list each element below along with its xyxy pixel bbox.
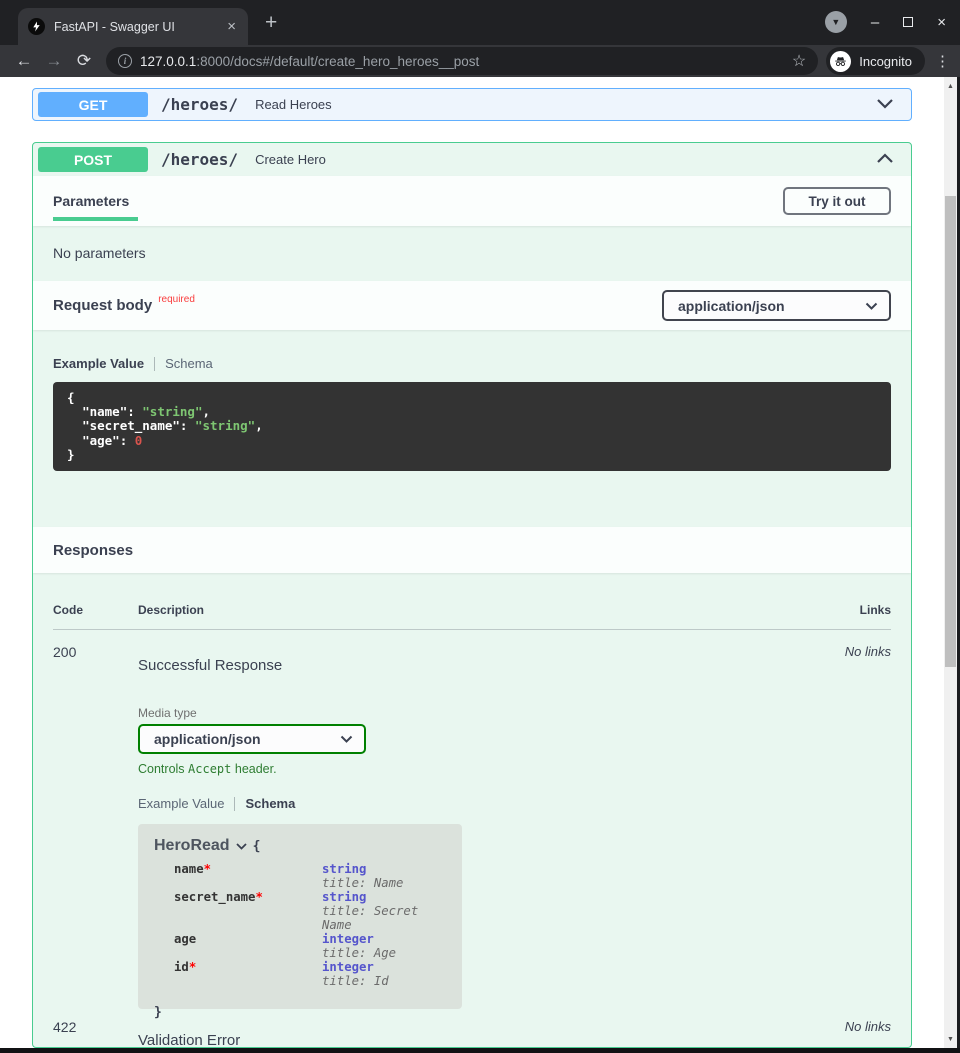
- url-host: 127.0.0.1: [140, 54, 196, 69]
- opblock-post-heroes: POST /heroes/ Create Hero Parameters Try…: [32, 142, 912, 1048]
- response-code-200: 200: [53, 644, 138, 1009]
- window-close-button[interactable]: ×: [937, 15, 946, 30]
- tab-schema[interactable]: Schema: [245, 796, 295, 811]
- browser-toolbar: ← → ⟳ i 127.0.0.1:8000/docs#/default/cre…: [0, 45, 960, 77]
- tab-schema[interactable]: Schema: [165, 356, 213, 371]
- chevron-down-icon[interactable]: [876, 96, 894, 114]
- menu-dots-icon[interactable]: ⋮: [935, 52, 950, 70]
- responses-body: Code Description Links 200 Successful Re…: [33, 573, 911, 1048]
- model-properties: name* stringtitle: Name secret_name* str…: [174, 862, 446, 988]
- tab-example-value[interactable]: Example Value: [53, 356, 144, 371]
- response-422-description-cell: Validation Error: [138, 1019, 845, 1048]
- request-media-type-select[interactable]: application/json: [662, 290, 891, 321]
- response-code-422: 422: [53, 1019, 138, 1048]
- url-text[interactable]: 127.0.0.1:8000/docs#/default/create_hero…: [140, 54, 784, 69]
- post-method-badge: POST: [38, 147, 148, 172]
- opblock-get-heroes[interactable]: GET /heroes/ Read Heroes: [32, 88, 912, 121]
- window-bottom-edge: [0, 1048, 960, 1053]
- col-code: Code: [53, 603, 138, 617]
- get-path: /heroes/: [161, 95, 238, 114]
- response-200-links: No links: [845, 644, 891, 1009]
- back-button[interactable]: ←: [10, 51, 38, 71]
- window-controls: ▼ – ×: [825, 11, 946, 33]
- browser-window: FastAPI - Swagger UI × + ▼ – × ← → ⟳ i 1…: [0, 0, 960, 1053]
- prop-row-name: name* stringtitle: Name: [174, 862, 446, 890]
- minimize-button[interactable]: –: [871, 15, 879, 30]
- scrollbar-thumb[interactable]: [945, 196, 956, 667]
- parameters-body: No parameters: [33, 226, 911, 281]
- address-bar[interactable]: i 127.0.0.1:8000/docs#/default/create_he…: [106, 47, 818, 75]
- response-example-tabs: Example Value Schema: [138, 796, 845, 811]
- no-parameters-text: No parameters: [53, 245, 146, 261]
- url-path: :8000/docs#/default/create_hero_heroes__…: [196, 54, 479, 69]
- col-description: Description: [138, 603, 860, 617]
- response-media-type-select[interactable]: application/json: [138, 724, 366, 754]
- response-200-description: Successful Response: [138, 657, 845, 674]
- tab-strip: FastAPI - Swagger UI × + ▼ – ×: [0, 0, 960, 45]
- response-media-type-value: application/json: [140, 731, 340, 747]
- maximize-button[interactable]: [903, 17, 913, 27]
- model-open-brace: {: [253, 839, 261, 854]
- tab-close-icon[interactable]: ×: [225, 19, 238, 34]
- request-media-type-value: application/json: [664, 298, 865, 314]
- incognito-badge: Incognito: [826, 47, 925, 75]
- select-caret-icon: [340, 730, 353, 748]
- prop-row-secret-name: secret_name* stringtitle: Secret Name: [174, 890, 446, 932]
- post-path: /heroes/: [161, 150, 238, 169]
- reload-button[interactable]: ⟳: [70, 51, 98, 71]
- parameters-title: Parameters: [53, 193, 129, 209]
- new-tab-button[interactable]: +: [265, 12, 277, 33]
- model-close-brace: }: [154, 1005, 446, 1020]
- forward-button[interactable]: →: [40, 51, 68, 71]
- scroll-down-arrow[interactable]: ▼: [944, 1032, 957, 1046]
- swagger-page: GET /heroes/ Read Heroes POST /heroes/ C…: [0, 77, 960, 1048]
- accept-header-note: Controls Accept header.: [138, 762, 845, 776]
- response-422-description: Validation Error: [138, 1032, 845, 1048]
- tab-divider: [154, 357, 155, 371]
- media-type-label: Media type: [138, 706, 845, 720]
- tab-title: FastAPI - Swagger UI: [54, 20, 216, 34]
- bookmark-star-icon[interactable]: ☆: [792, 51, 806, 71]
- chevron-up-icon[interactable]: [876, 151, 894, 169]
- request-example-json: { "name": "string", "secret_name": "stri…: [53, 382, 891, 471]
- incognito-icon: [830, 51, 851, 72]
- required-label: required: [158, 294, 195, 305]
- page-scrollbar[interactable]: ▲ ▼: [944, 77, 957, 1048]
- request-body-panel: Example Value Schema { "name": "string",…: [33, 330, 911, 527]
- get-summary: Read Heroes: [255, 97, 332, 112]
- response-422-links: No links: [845, 1019, 891, 1048]
- model-name: HeroRead: [154, 837, 230, 855]
- prop-row-id: id* integertitle: Id: [174, 960, 446, 988]
- page-info-icon[interactable]: i: [118, 54, 132, 68]
- tab-search-button[interactable]: ▼: [825, 11, 847, 33]
- get-method-badge: GET: [38, 92, 148, 117]
- responses-section-header: Responses: [33, 527, 911, 573]
- accept-code: Accept: [188, 762, 231, 776]
- parameters-section-header: Parameters Try it out: [33, 176, 911, 226]
- fastapi-favicon-icon: [28, 18, 45, 35]
- post-summary: Create Hero: [255, 152, 326, 167]
- request-example-tabs: Example Value Schema: [53, 356, 891, 371]
- tab-divider: [234, 797, 235, 811]
- tab-example-value[interactable]: Example Value: [138, 796, 224, 811]
- browser-tab[interactable]: FastAPI - Swagger UI ×: [18, 8, 248, 45]
- model-collapse-chevron-icon[interactable]: [236, 837, 247, 855]
- parameters-active-underline: [53, 217, 138, 221]
- responses-title: Responses: [53, 542, 133, 559]
- opblock-post-header[interactable]: POST /heroes/ Create Hero: [33, 143, 911, 176]
- opblock-get-header[interactable]: GET /heroes/ Read Heroes: [33, 89, 911, 120]
- responses-table-header: Code Description Links: [53, 603, 891, 630]
- request-body-title: Request body: [53, 297, 152, 314]
- incognito-label: Incognito: [859, 54, 912, 69]
- select-caret-icon: [865, 297, 878, 315]
- scroll-up-arrow[interactable]: ▲: [944, 79, 957, 93]
- col-links: Links: [860, 603, 891, 617]
- hero-read-schema-box: HeroRead { name* stringtitle:: [138, 824, 462, 1009]
- response-row-200: 200 Successful Response Media type appli…: [53, 630, 891, 1009]
- response-200-description-cell: Successful Response Media type applicati…: [138, 644, 845, 1009]
- request-body-section-header: Request body required application/json: [33, 281, 911, 330]
- try-it-out-button[interactable]: Try it out: [783, 187, 891, 215]
- prop-row-age: age integertitle: Age: [174, 932, 446, 960]
